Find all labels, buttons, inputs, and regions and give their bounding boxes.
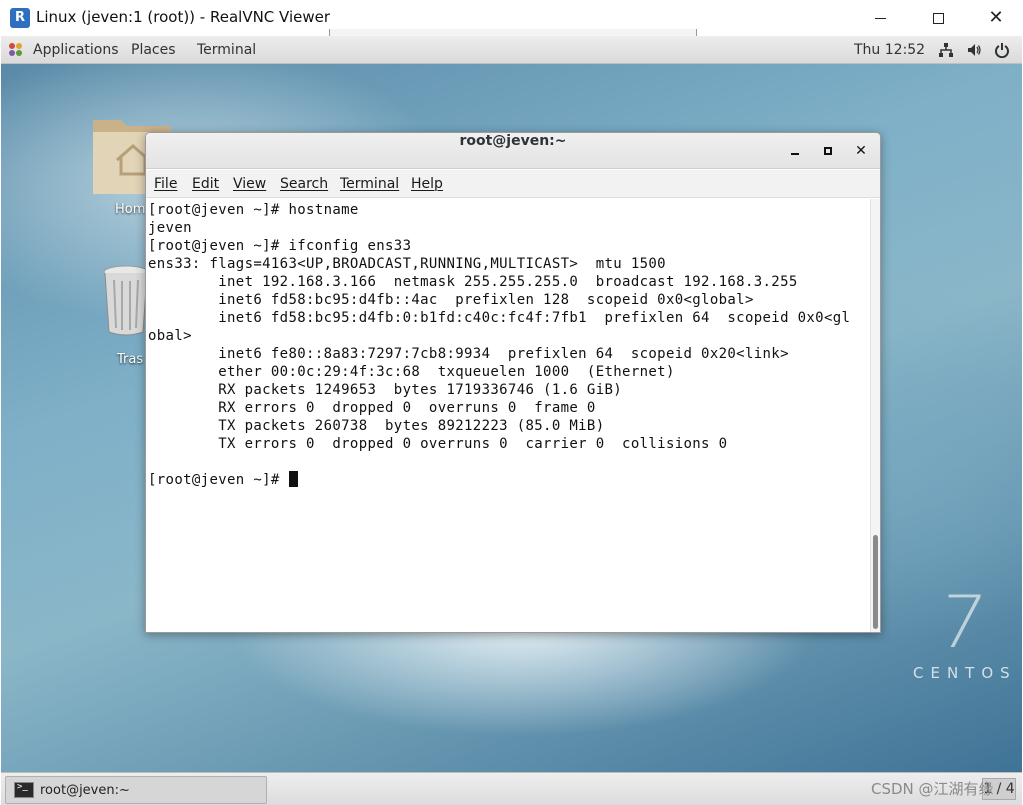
close-icon: ✕ xyxy=(988,7,1004,28)
places-menu[interactable]: Places xyxy=(131,36,176,64)
gnome-top-panel: Applications Places Terminal Thu 12:52 xyxy=(1,36,1022,64)
trash-label[interactable]: Tras xyxy=(117,352,143,367)
maximize-icon xyxy=(932,12,944,24)
terminal-line: obal> xyxy=(148,328,192,344)
terminal-line: ether 00:0c:29:4f:3c:68 txqueuelen 1000 … xyxy=(148,364,675,380)
terminal-line: TX errors 0 dropped 0 overruns 0 carrier… xyxy=(148,436,728,452)
menu-help[interactable]: Help xyxy=(411,170,443,198)
terminal-scrollbar[interactable] xyxy=(870,199,880,632)
power-icon[interactable] xyxy=(994,42,1010,58)
centos-logo-text: CENTOS xyxy=(913,664,1017,682)
applications-icon xyxy=(9,43,23,57)
taskbar-terminal-label: root@jeven:~ xyxy=(40,783,130,798)
terminal-line: inet 192.168.3.166 netmask 255.255.255.0… xyxy=(148,274,798,290)
bottom-taskbar: root@jeven:~ 1 / 4 CSDN @江湖有缘 xyxy=(1,772,1022,805)
terminal-line: RX packets 1249653 bytes 1719336746 (1.6… xyxy=(148,382,623,398)
terminal-window: root@jeven:~ ✕ File Edit View Search Ter… xyxy=(145,132,881,633)
maximize-icon xyxy=(824,147,832,155)
centos-logo-number: 7 xyxy=(933,580,991,664)
menu-search[interactable]: Search xyxy=(280,170,328,198)
taskbar-terminal-button[interactable]: root@jeven:~ xyxy=(5,776,267,804)
minimize-icon xyxy=(791,153,799,155)
terminal-line: [root@jeven ~]# hostname xyxy=(148,202,359,218)
trash-icon[interactable] xyxy=(101,264,151,338)
realvnc-logo-icon: R xyxy=(10,8,30,28)
menu-file[interactable]: File xyxy=(154,170,177,198)
terminal-line: jeven xyxy=(148,220,192,236)
terminal-prompt-line[interactable]: [root@jeven ~]# xyxy=(148,471,870,489)
minimize-button[interactable] xyxy=(851,0,909,36)
csdn-watermark: CSDN @江湖有缘 xyxy=(871,780,994,798)
vnc-window-title: Linux (jeven:1 (root)) - RealVNC Viewer xyxy=(36,8,331,26)
menu-edit[interactable]: Edit xyxy=(192,170,219,198)
maximize-button[interactable] xyxy=(909,0,967,36)
menu-terminal[interactable]: Terminal xyxy=(340,170,399,198)
scrollbar-thumb[interactable] xyxy=(873,535,878,629)
terminal-maximize-button[interactable] xyxy=(819,142,837,160)
menu-view[interactable]: View xyxy=(233,170,266,198)
terminal-cursor xyxy=(289,471,299,487)
terminal-line: inet6 fe80::8a83:7297:7cb8:9934 prefixle… xyxy=(148,346,789,362)
applications-menu[interactable]: Applications xyxy=(9,36,119,64)
terminal-line: RX errors 0 dropped 0 overruns 0 frame 0 xyxy=(148,400,596,416)
close-icon: ✕ xyxy=(855,143,867,159)
volume-icon[interactable] xyxy=(966,42,982,58)
applications-menu-label: Applications xyxy=(33,42,119,58)
terminal-title: root@jeven:~ xyxy=(459,133,567,149)
clock[interactable]: Thu 12:52 xyxy=(854,36,925,64)
home-folder-label[interactable]: Hom xyxy=(115,202,145,217)
terminal-prompt: [root@jeven ~]# xyxy=(148,472,289,488)
terminal-line: inet6 fd58:bc95:d4fb::4ac prefixlen 128 … xyxy=(148,292,754,308)
terminal-titlebar[interactable]: root@jeven:~ ✕ xyxy=(146,133,880,169)
vnc-titlebar: R Linux (jeven:1 (root)) - RealVNC Viewe… xyxy=(0,0,1023,41)
minimize-icon xyxy=(874,17,886,19)
terminal-line: ens33: flags=4163<UP,BROADCAST,RUNNING,M… xyxy=(148,256,666,272)
terminal-lines: [root@jeven ~]# hostname jeven [root@jev… xyxy=(148,201,870,489)
terminal-line: inet6 fd58:bc95:d4fb:0:b1fd:c40c:fc4f:7f… xyxy=(148,310,851,326)
terminal-line: [root@jeven ~]# ifconfig ens33 xyxy=(148,238,412,254)
terminal-line: TX packets 260738 bytes 89212223 (85.0 M… xyxy=(148,418,605,434)
close-button[interactable]: ✕ xyxy=(967,0,1023,36)
terminal-output[interactable]: [root@jeven ~]# hostname jeven [root@jev… xyxy=(146,199,870,632)
terminal-minimize-button[interactable] xyxy=(786,142,804,160)
terminal-close-button[interactable]: ✕ xyxy=(852,142,870,160)
terminal-app-menu[interactable]: Terminal xyxy=(197,36,256,64)
terminal-menubar: File Edit View Search Terminal Help xyxy=(146,170,880,198)
terminal-icon xyxy=(14,782,34,798)
network-icon[interactable] xyxy=(938,42,954,58)
